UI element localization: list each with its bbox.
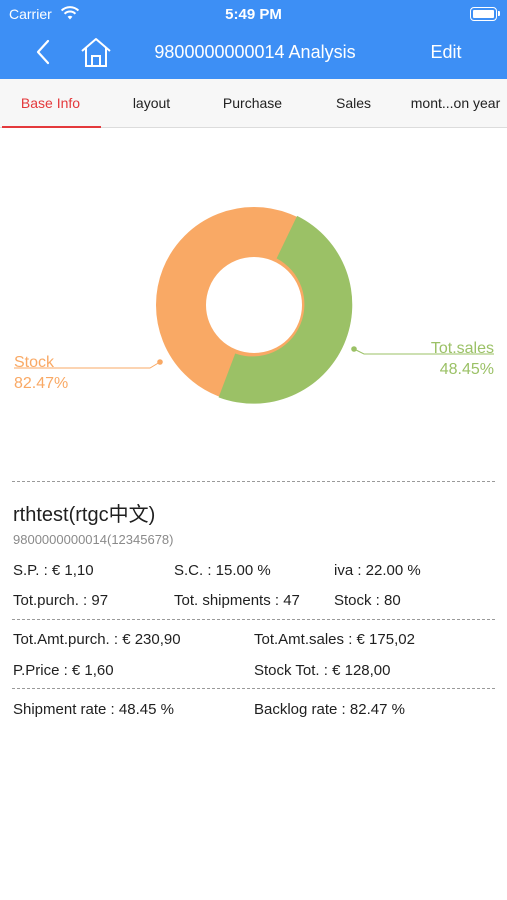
status-bar: Carrier 5:49 PM — [0, 0, 507, 28]
stock-leader-dot — [157, 359, 163, 365]
stock-total-value: Stock Tot. : € 128,00 — [254, 662, 391, 679]
tab-sales[interactable]: Sales — [303, 79, 404, 128]
selling-price: S.P. : € 1,10 — [13, 562, 94, 579]
battery-icon — [470, 7, 500, 21]
backlog-rate: Backlog rate : 82.47 % — [254, 701, 405, 718]
sales-percent-label: 48.45% — [440, 361, 494, 378]
divider — [12, 619, 495, 620]
sales-legend-label: Tot.sales — [431, 340, 494, 357]
divider — [12, 481, 495, 482]
stock-count: Stock : 80 — [334, 592, 401, 609]
tab-base-info[interactable]: Base Info — [0, 79, 101, 128]
home-icon[interactable] — [79, 36, 113, 68]
sales-leader-dot — [351, 346, 357, 352]
product-code: 9800000000014(12345678) — [13, 532, 174, 547]
shipment-rate: Shipment rate : 48.45 % — [13, 701, 174, 718]
edit-button[interactable]: Edit — [414, 42, 478, 63]
purchase-price: P.Price : € 1,60 — [13, 662, 114, 679]
navigation-bar: Carrier 5:49 PM 9800000000014 Analysis E… — [0, 0, 507, 79]
total-purchased: Tot.purch. : 97 — [13, 592, 109, 609]
total-amount-sales: Tot.Amt.sales : € 175,02 — [254, 631, 415, 648]
tab-layout[interactable]: layout — [101, 79, 202, 128]
tab-month-on-year[interactable]: mont...on year — [404, 79, 507, 128]
donut-chart: Stock 82.47% Tot.sales 48.45% — [14, 207, 494, 404]
divider — [12, 688, 495, 689]
stock-legend-label: Stock — [14, 354, 55, 371]
sc-rate: S.C. : 15.00 % — [174, 562, 271, 579]
back-chevron-icon[interactable] — [30, 36, 58, 68]
total-shipments: Tot. shipments : 47 — [174, 592, 300, 609]
clock: 5:49 PM — [225, 6, 282, 23]
tab-bar: Base Info layout Purchase Sales mont...o… — [0, 79, 507, 128]
product-name: rthtest(rtgc中文) — [13, 504, 156, 526]
total-amount-purchased: Tot.Amt.purch. : € 230,90 — [13, 631, 181, 648]
donut-hole — [219, 270, 289, 340]
stock-percent-label: 82.47% — [14, 375, 68, 392]
page-title: 9800000000014 Analysis — [154, 42, 356, 62]
iva-rate: iva : 22.00 % — [334, 562, 421, 579]
tab-purchase[interactable]: Purchase — [202, 79, 303, 128]
